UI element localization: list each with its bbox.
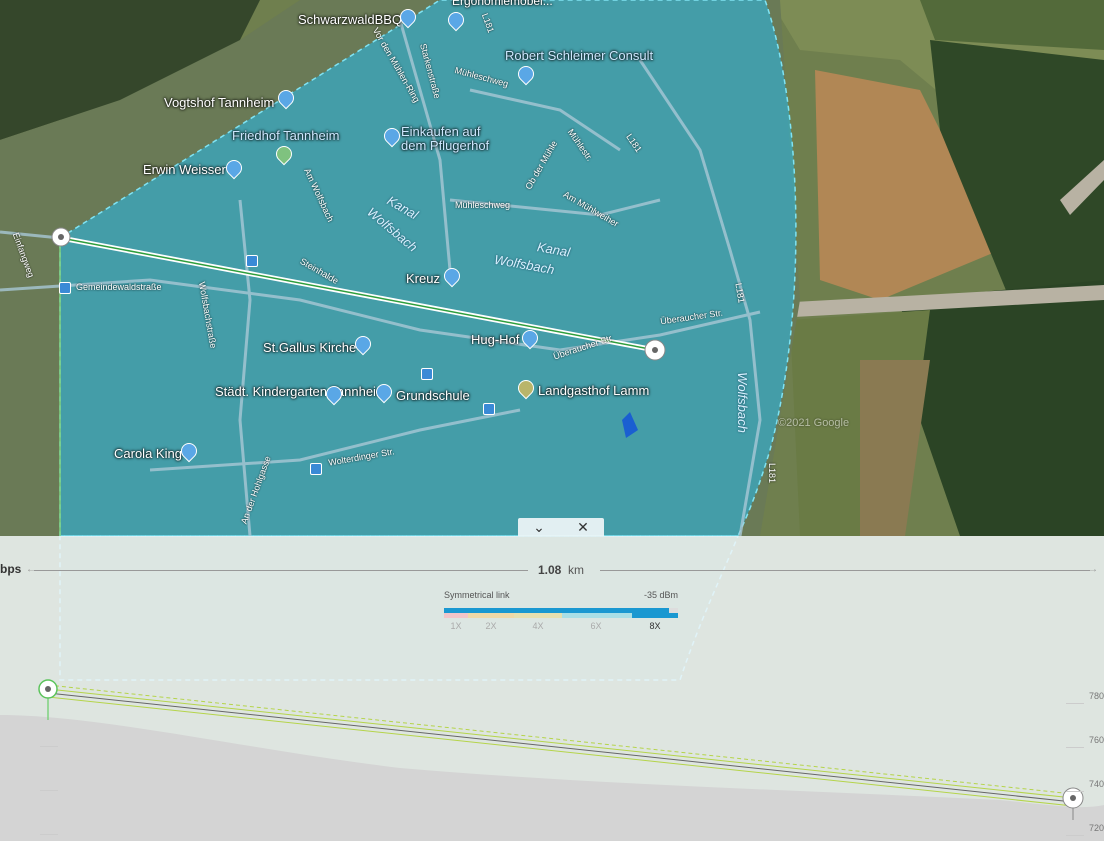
terrain-area [0, 715, 1104, 841]
elevation-label: 720 [1088, 823, 1104, 833]
throughput-unit-label: bps [0, 562, 22, 576]
legend-title: Symmetrical link [444, 590, 510, 600]
road-label: L181 [767, 462, 778, 484]
road-label: Gemeindewaldstraße [76, 282, 162, 292]
ruler-line-left [34, 570, 528, 571]
left-grid-tick [40, 746, 58, 747]
signal-legend: Symmetrical link -35 dBm 1X 2X 4X 6X 8X [444, 590, 680, 634]
distance-unit: km [568, 563, 585, 577]
place-label: Hug-Hof [471, 332, 520, 347]
place-label: Carola King [114, 446, 182, 461]
bus-stop-icon[interactable] [59, 282, 71, 294]
place-label: Vogtshof Tannheim [164, 95, 275, 110]
elevation-label: 780 [1088, 691, 1104, 701]
place-label: SchwarzwaldBBQ [298, 12, 403, 27]
left-grid-tick [40, 834, 58, 835]
elevation-label: 740 [1088, 779, 1104, 789]
place-label: Kreuz [406, 271, 440, 286]
place-label: St.Gallus Kirche [263, 340, 357, 355]
legend-seg-6x [562, 613, 632, 618]
legend-tick: 1X [450, 621, 462, 631]
legend-dbm: -35 dBm [643, 590, 678, 600]
place-label: Erwin Weisser [143, 162, 226, 177]
road-label: Mühleschweg [455, 200, 511, 210]
place-label: Städt. Kindergarten Tannheim [215, 384, 387, 399]
bus-stop-icon[interactable] [483, 403, 495, 415]
ruler-line-right [600, 570, 1090, 571]
legend-seg-2x [468, 613, 514, 618]
chevron-down-icon[interactable]: ⌄ [524, 518, 554, 536]
place-label: Robert Schleimer Consult [505, 48, 654, 63]
legend-tick: 2X [485, 621, 497, 631]
panel-controls: ⌄ ✕ [518, 518, 604, 536]
elevation-grid-line [1066, 703, 1084, 704]
legend-seg-1x [444, 613, 468, 618]
close-icon[interactable]: ✕ [568, 518, 598, 536]
legend-tick: 4X [532, 621, 544, 631]
distance-value: 1.08 [538, 563, 562, 577]
legend-seg-8x [632, 613, 678, 618]
bus-stop-icon[interactable] [246, 255, 258, 267]
water-label: Wolfsbach [734, 372, 750, 433]
elevation-grid-line [1066, 747, 1084, 748]
elevation-grid-line [1066, 835, 1084, 836]
legend-tick-active: 8X [649, 621, 661, 631]
arrow-right-icon: → [1088, 564, 1098, 575]
link-distance: 1.08 km [538, 563, 584, 577]
bus-stop-icon[interactable] [310, 463, 322, 475]
elevation-label: 760 [1088, 735, 1104, 745]
left-grid-tick [40, 790, 58, 791]
bus-stop-icon[interactable] [421, 368, 433, 380]
legend-seg-4x [514, 613, 562, 618]
map-copyright: ©2021 Google [778, 417, 850, 429]
place-label: Einkaufen auf dem Pflugerhof [401, 124, 490, 153]
distance-ruler: bps ← 1.08 km → [0, 562, 1104, 580]
place-label: Friedhof Tannheim [232, 128, 340, 143]
elevation-profile [0, 679, 1104, 841]
place-label: Grundschule [396, 388, 470, 403]
legend-tick: 6X [590, 621, 602, 631]
place-label: Ergonomiemöbel... [452, 0, 553, 8]
elevation-grid-line [1066, 791, 1084, 792]
place-label: Landgasthof Lamm [538, 383, 650, 398]
